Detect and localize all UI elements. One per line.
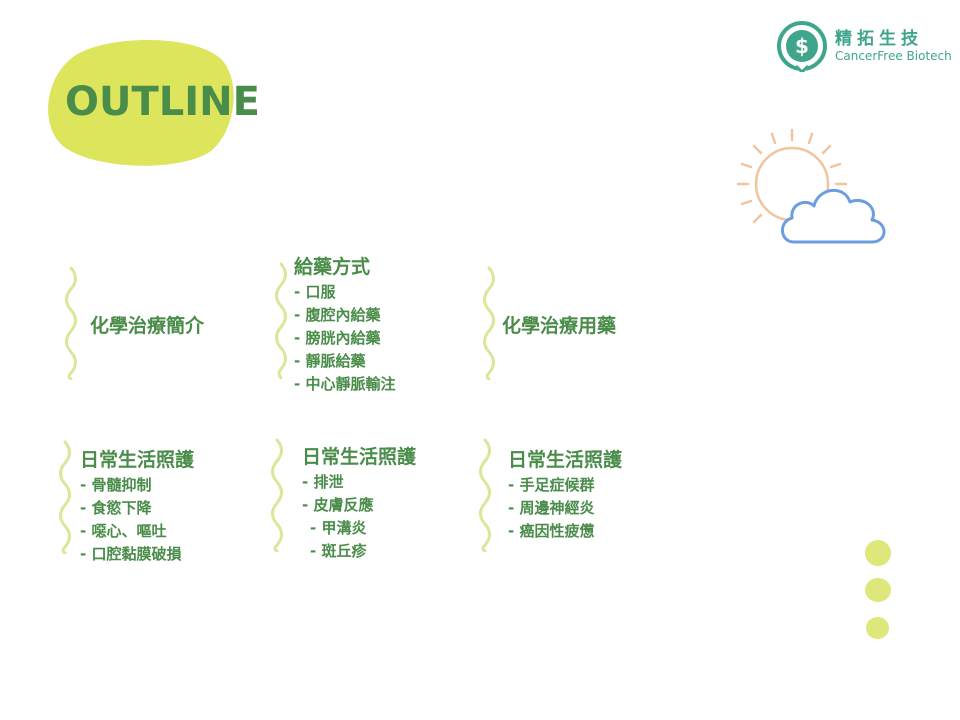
decorative-dot bbox=[865, 540, 891, 566]
list-item: - 骨髓抑制 bbox=[80, 476, 152, 494]
wavy-bracket bbox=[275, 262, 287, 380]
section-heading: 日常生活照護 bbox=[80, 449, 195, 471]
section-daily-care-2: 日常生活照護 - 排泄 - 皮膚反應 - 甲溝炎 - 斑丘疹 bbox=[302, 443, 416, 563]
section-daily-care-3: 日常生活照護 - 手足症候群 - 周邊神經炎 - 癌因性疲憊 bbox=[508, 446, 622, 543]
list-item: - 中心靜脈輸注 bbox=[294, 375, 396, 393]
sun-cloud-illustration bbox=[736, 128, 886, 244]
section-chemo-drugs: 化學治療用藥 bbox=[502, 312, 616, 340]
list-item: - 癌因性疲憊 bbox=[508, 522, 595, 540]
logo-name-english: CancerFree Biotech bbox=[835, 49, 952, 63]
section-chemo-intro: 化學治療簡介 bbox=[90, 312, 204, 340]
wavy-bracket bbox=[271, 438, 283, 552]
list-item: - 甲溝炎 bbox=[310, 519, 367, 537]
cloud-icon bbox=[781, 189, 886, 244]
section-heading: 化學治療用藥 bbox=[502, 315, 617, 337]
wavy-bracket bbox=[65, 266, 77, 380]
decorative-dot bbox=[865, 578, 891, 602]
company-logo: $ 精拓生技 CancerFree Biotech bbox=[776, 20, 952, 72]
decorative-dot bbox=[866, 617, 889, 639]
list-item: - 靜脈給藥 bbox=[294, 352, 366, 370]
list-item: - 排泄 bbox=[302, 473, 344, 491]
list-item: - 斑丘疹 bbox=[310, 542, 367, 560]
logo-icon: $ bbox=[777, 21, 827, 72]
list-item: - 噁心、嘔吐 bbox=[80, 522, 167, 540]
section-daily-care-1: 日常生活照護 - 骨髓抑制 - 食慾下降 - 噁心、嘔吐 - 口腔黏膜破損 bbox=[80, 446, 194, 566]
slide: OUTLINE $ 精拓生技 CancerFree Biotech 化學治療簡介… bbox=[0, 0, 960, 720]
page-title: OUTLINE bbox=[65, 79, 260, 125]
wavy-bracket bbox=[479, 438, 491, 552]
wavy-bracket bbox=[59, 440, 71, 554]
list-item: - 口腔黏膜破損 bbox=[80, 545, 182, 563]
svg-text:$: $ bbox=[795, 34, 809, 58]
list-item: - 皮膚反應 bbox=[302, 496, 374, 514]
section-administration: 給藥方式 - 口服 - 腹腔內給藥 - 膀胱內給藥 - 靜脈給藥 - 中心靜脈輸… bbox=[294, 253, 395, 396]
list-item: - 手足症候群 bbox=[508, 476, 595, 494]
list-item: - 口服 bbox=[294, 283, 336, 301]
section-heading: 給藥方式 bbox=[294, 256, 371, 278]
section-heading: 日常生活照護 bbox=[302, 446, 417, 468]
wavy-bracket bbox=[483, 266, 495, 380]
list-item: - 食慾下降 bbox=[80, 499, 152, 517]
section-heading: 日常生活照護 bbox=[508, 449, 623, 471]
list-item: - 膀胱內給藥 bbox=[294, 329, 381, 347]
list-item: - 腹腔內給藥 bbox=[294, 306, 381, 324]
logo-name-chinese: 精拓生技 bbox=[835, 29, 923, 49]
list-item: - 周邊神經炎 bbox=[508, 499, 595, 517]
section-heading: 化學治療簡介 bbox=[90, 315, 205, 337]
